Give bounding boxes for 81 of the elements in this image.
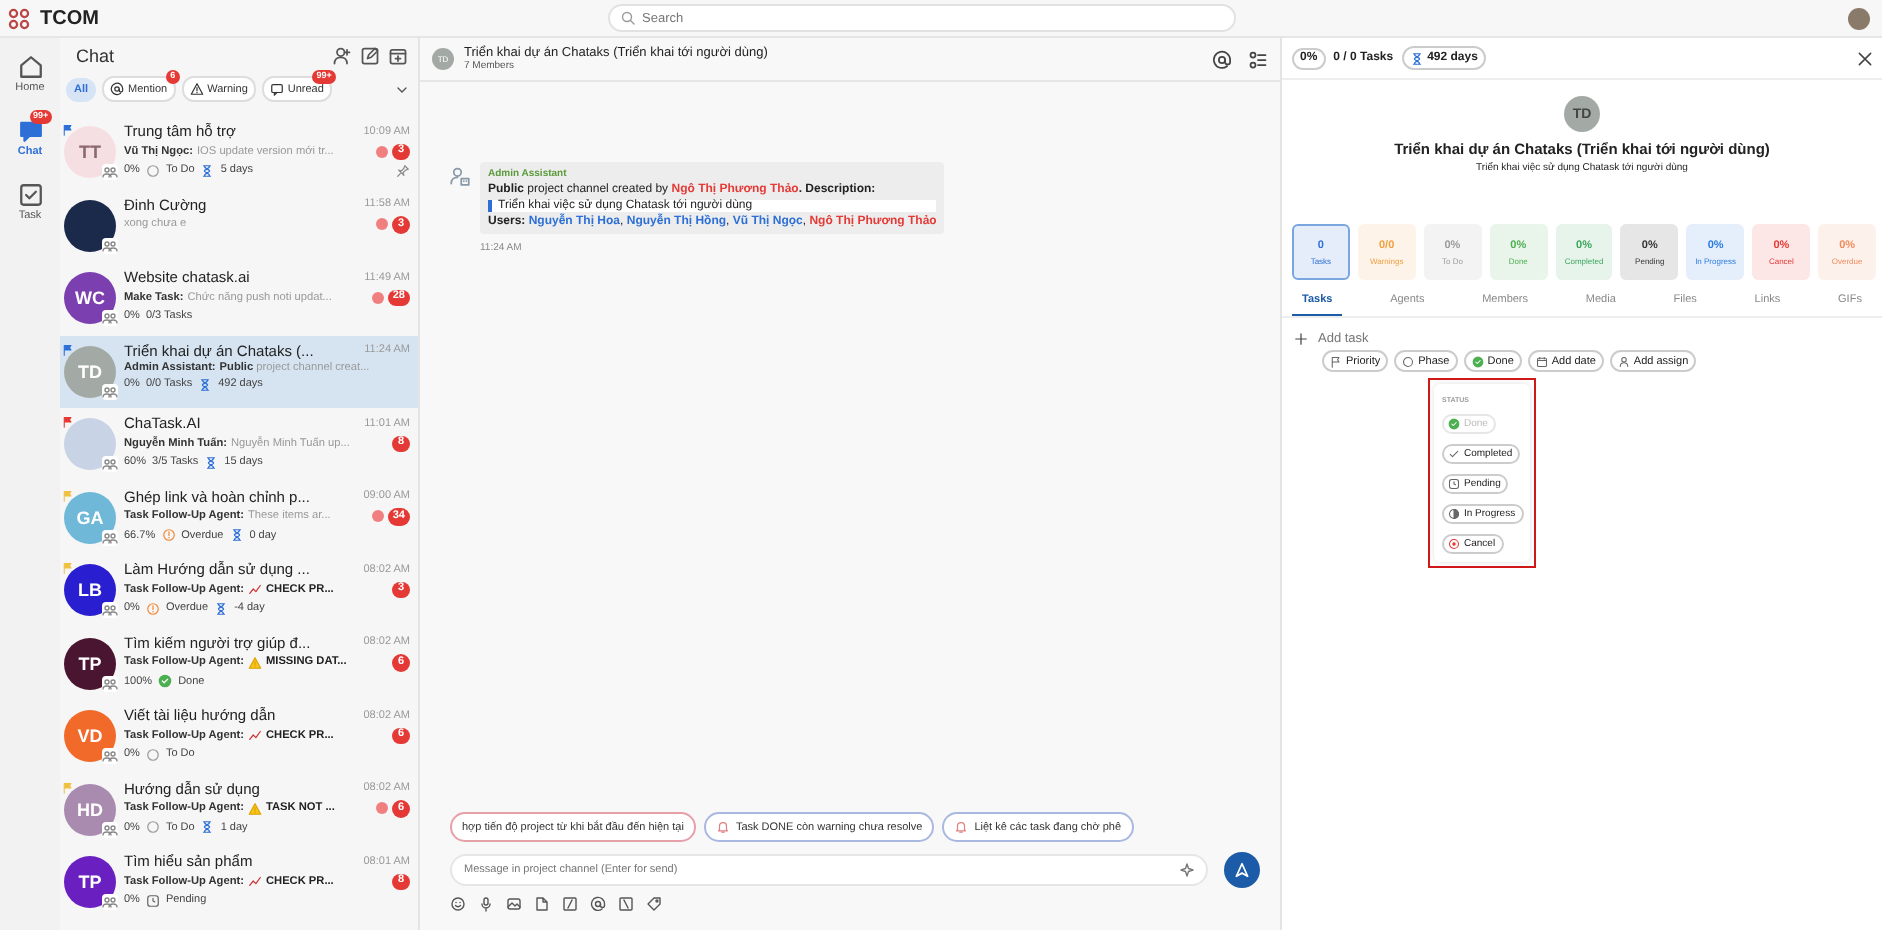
calendar-icon	[1535, 355, 1548, 367]
hourglass-icon	[200, 820, 215, 834]
checklist-icon[interactable]	[1248, 49, 1268, 69]
hourglass-icon	[214, 601, 229, 615]
group-icon	[102, 237, 118, 253]
image-icon[interactable]	[506, 896, 522, 912]
warning-icon	[189, 82, 204, 96]
check-circle-icon	[158, 674, 173, 688]
group-icon	[102, 894, 118, 910]
home-icon	[17, 54, 43, 80]
alert-circle-icon	[161, 528, 176, 542]
hourglass-icon	[204, 455, 219, 469]
avatar: VD	[64, 710, 116, 762]
add-user-icon[interactable]	[332, 46, 352, 66]
group-icon	[102, 456, 118, 472]
group-icon	[102, 164, 118, 180]
chart-icon	[247, 874, 262, 889]
edit-icon[interactable]	[360, 46, 380, 66]
check-icon	[1448, 448, 1460, 460]
bell-icon	[715, 820, 730, 834]
avatar: TD	[64, 345, 116, 397]
chart-icon	[247, 728, 262, 743]
chat-bubble-icon	[17, 118, 43, 144]
send-icon	[1232, 860, 1252, 880]
avatar: HD	[64, 783, 116, 835]
at-icon[interactable]	[590, 896, 606, 912]
bot-icon	[450, 166, 470, 186]
mention-icon[interactable]	[1212, 49, 1232, 69]
checkbox-icon	[17, 182, 43, 208]
tag-icon[interactable]	[646, 896, 662, 912]
avatar: WC	[64, 272, 116, 324]
warning-icon	[247, 801, 262, 816]
calendar-plus-icon[interactable]	[388, 46, 408, 66]
search-icon	[620, 10, 636, 26]
avatar: TP	[64, 637, 116, 689]
sparkle-icon	[1180, 862, 1196, 878]
avatar: TT	[64, 126, 116, 178]
at-icon	[110, 82, 125, 96]
hourglass-icon	[1409, 51, 1424, 65]
logo-icon	[8, 7, 30, 29]
group-icon	[102, 529, 118, 545]
circle-icon	[145, 820, 160, 834]
target-icon	[1448, 538, 1460, 550]
check-circle-icon	[1471, 355, 1484, 367]
user-icon	[1617, 355, 1630, 367]
alert-circle-icon	[145, 601, 160, 615]
microphone-icon[interactable]	[478, 896, 494, 912]
backslash-icon[interactable]	[618, 896, 634, 912]
hourglass-icon	[200, 163, 215, 177]
plus-icon	[1294, 332, 1308, 346]
slash-icon[interactable]	[562, 896, 578, 912]
check-circle-icon	[1448, 418, 1460, 430]
app-name: TCOM	[40, 7, 99, 29]
avatar: GA	[64, 491, 116, 543]
group-icon	[102, 602, 118, 618]
bell-icon	[954, 820, 969, 834]
half-circle-icon	[1448, 508, 1460, 520]
group-icon	[102, 383, 118, 399]
clock-icon	[1448, 478, 1460, 490]
emoji-icon[interactable]	[450, 896, 466, 912]
close-icon[interactable]	[1856, 49, 1874, 67]
group-icon	[102, 310, 118, 326]
group-icon	[102, 821, 118, 837]
avatar: TP	[64, 856, 116, 908]
message-icon	[269, 82, 284, 96]
circle-icon	[145, 163, 160, 177]
warning-icon	[247, 655, 262, 670]
panel-title: Chat	[76, 46, 115, 66]
file-icon[interactable]	[534, 896, 550, 912]
clock-icon	[145, 893, 160, 907]
hourglass-icon	[229, 528, 244, 542]
group-icon	[102, 675, 118, 691]
chart-icon	[247, 582, 262, 597]
send-button[interactable]	[1224, 852, 1260, 888]
circle-icon	[145, 747, 160, 761]
user-avatar[interactable]	[1848, 7, 1870, 29]
avatar: LB	[64, 564, 116, 616]
hourglass-icon	[198, 377, 213, 391]
group-icon	[102, 748, 118, 764]
circle-icon	[1402, 355, 1415, 367]
flag-icon	[1330, 355, 1342, 367]
